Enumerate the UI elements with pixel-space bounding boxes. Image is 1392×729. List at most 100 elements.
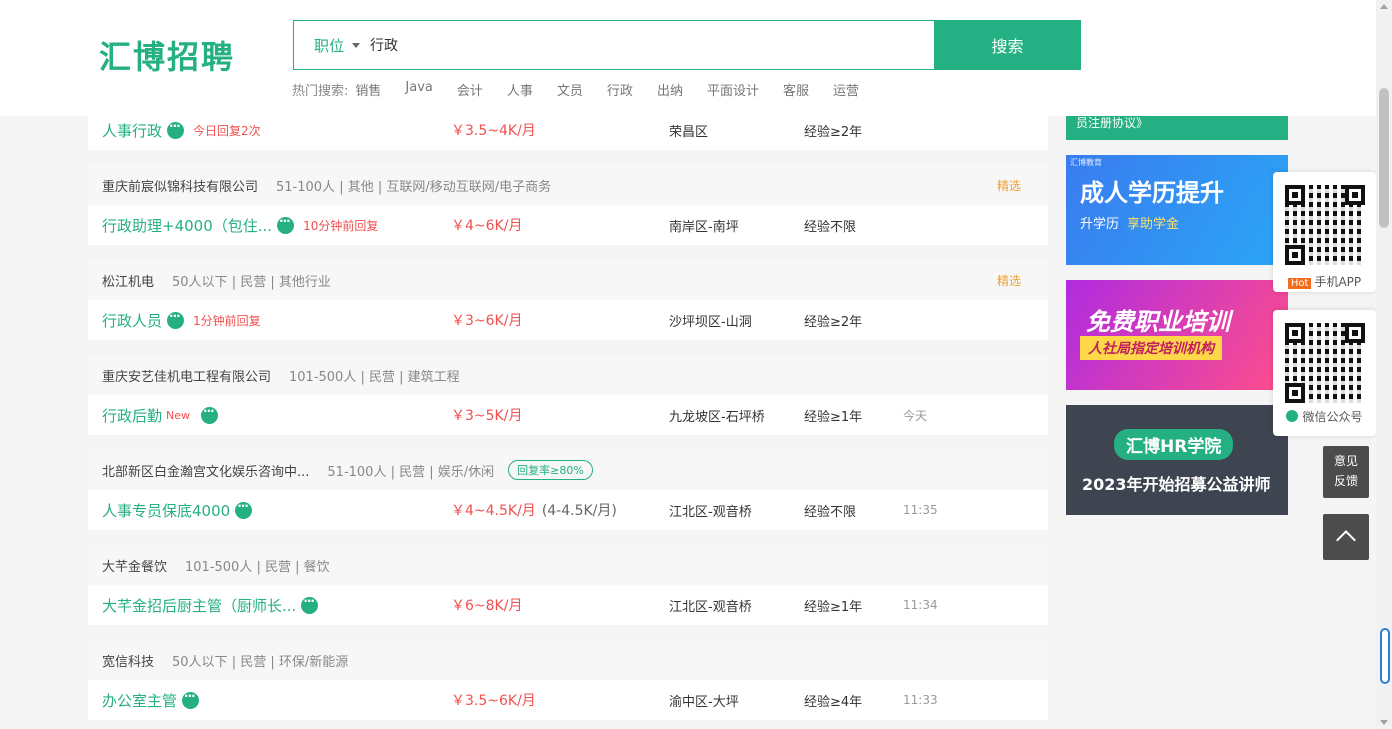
feedback-line1: 意见	[1333, 454, 1358, 468]
job-list: 人事行政 今日回复2次 ￥3.5~4K/月 荣昌区 经验≥2年 重庆前宸似锦科技…	[88, 110, 1048, 729]
banner-sub2: 享助学金	[1127, 217, 1180, 232]
search-input[interactable]	[366, 21, 934, 69]
chat-icon[interactable]	[277, 214, 295, 234]
qr-wechat-card[interactable]: 微信公众号	[1273, 310, 1376, 436]
search-type-label: 职位	[314, 36, 345, 55]
banner-hr-academy[interactable]: 汇博HR学院 2023年开始招募公益讲师	[1066, 405, 1288, 515]
banner-title: 免费职业培训	[1086, 308, 1230, 336]
experience: 经验≥1年	[804, 409, 863, 425]
banner-subtitle: 人社局指定培训机构	[1080, 336, 1222, 360]
job-title[interactable]: 大芊金招后厨主管（厨师长...	[102, 594, 319, 616]
scrollbar-thumb[interactable]	[1379, 88, 1389, 228]
banner-education[interactable]: 汇博教育 成人学历提升 升学历 享助学金	[1066, 155, 1288, 265]
job-card: 重庆前宸似锦科技有限公司 51-100人 | 其他 | 互联网/移动互联网/电子…	[88, 165, 1048, 245]
chat-icon[interactable]	[201, 404, 219, 424]
job-row[interactable]: 行政助理+4000（包住... 10分钟前回复 ￥4~6K/月 南岸区-南坪 经…	[88, 205, 1048, 245]
chat-icon[interactable]	[235, 499, 253, 519]
salary: ￥4~4.5K/月 (4-4.5K/月)	[451, 500, 617, 520]
update-time: 11:35	[903, 503, 938, 517]
company-meta: 51-100人 | 其他 | 互联网/移动互联网/电子商务	[276, 179, 552, 195]
banner-training[interactable]: 免费职业培训 人社局指定培训机构	[1066, 280, 1288, 390]
hot-search-link[interactable]: 客服	[783, 80, 809, 99]
job-title-text: 行政后勤	[102, 406, 163, 425]
company-name[interactable]: 重庆前宸似锦科技有限公司	[102, 176, 258, 195]
company-name[interactable]: 大芊金餐饮	[102, 556, 167, 575]
update-time: 今天	[903, 408, 928, 423]
hot-search-link[interactable]: 会计	[457, 80, 483, 99]
pick-badge: 精选	[996, 273, 1021, 288]
salary: ￥4~6K/月	[451, 218, 523, 234]
job-title-text: 行政人员	[102, 311, 163, 330]
search-type-select[interactable]: 职位	[294, 21, 366, 69]
company-name[interactable]: 重庆安艺佳机电工程有限公司	[102, 366, 271, 385]
location: 江北区-观音桥	[669, 504, 752, 520]
site-logo[interactable]: 汇博招聘	[99, 32, 235, 78]
header: 汇博招聘 职位 搜索 热门搜索: 销售 Java 会计 人事 文员 行政 出纳 …	[0, 0, 1376, 116]
company-row: 重庆前宸似锦科技有限公司 51-100人 | 其他 | 互联网/移动互联网/电子…	[88, 165, 1048, 205]
qr-wechat-label: 微信公众号	[1273, 408, 1376, 425]
chat-icon[interactable]	[167, 309, 185, 329]
update-time: 11:33	[903, 693, 938, 707]
reply-status: 10分钟前回复	[303, 218, 379, 233]
job-row[interactable]: 人事专员保底4000 ￥4~4.5K/月 (4-4.5K/月) 江北区-观音桥 经…	[88, 490, 1048, 530]
experience: 经验≥2年	[804, 124, 863, 140]
job-row[interactable]: 大芊金招后厨主管（厨师长... ￥6~8K/月 江北区-观音桥 经验≥1年 11…	[88, 585, 1048, 625]
job-card: 宽信科技 50人以下 | 民营 | 环保/新能源 办公室主管 ￥3.5~6K/月…	[88, 640, 1048, 720]
chat-icon[interactable]	[301, 594, 319, 614]
new-badge: New	[166, 408, 191, 422]
job-title[interactable]: 办公室主管	[102, 689, 200, 711]
hot-search-link[interactable]: Java	[405, 80, 432, 99]
chat-icon[interactable]	[182, 689, 200, 709]
company-row: 松江机电 50人以下 | 民营 | 其他行业 精选	[88, 260, 1048, 300]
job-row[interactable]: 行政人员 1分钟前回复 ￥3~6K/月 沙坪坝区-山洞 经验≥2年	[88, 300, 1048, 340]
scroll-down-arrow-icon[interactable]	[1380, 720, 1388, 725]
company-row: 重庆安艺佳机电工程有限公司 101-500人 | 民营 | 建筑工程	[88, 355, 1048, 395]
qr-code-icon	[1285, 323, 1365, 403]
job-title[interactable]: 行政助理+4000（包住... 10分钟前回复	[102, 214, 379, 236]
salary: ￥3~6K/月	[451, 313, 523, 329]
search-box: 职位 搜索	[293, 20, 1081, 70]
hot-search-link[interactable]: 销售	[355, 80, 381, 99]
hot-search-label: 热门搜索:	[292, 84, 349, 99]
chevron-down-icon	[352, 42, 361, 48]
salary: ￥3.5~6K/月	[451, 693, 536, 709]
company-row: 宽信科技 50人以下 | 民营 | 环保/新能源	[88, 640, 1048, 680]
hot-search-link[interactable]: 行政	[607, 80, 633, 99]
hot-search-link[interactable]: 运营	[833, 80, 859, 99]
hot-search-link[interactable]: 出纳	[657, 80, 683, 99]
job-title[interactable]: 行政后勤 New	[102, 404, 219, 426]
experience: 经验≥1年	[804, 599, 863, 615]
reply-status: 今日回复2次	[193, 123, 261, 138]
search-button[interactable]: 搜索	[934, 20, 1081, 70]
qr-app-card[interactable]: Hot 手机APP	[1273, 172, 1376, 292]
job-row[interactable]: 人事行政 今日回复2次 ￥3.5~4K/月 荣昌区 经验≥2年	[88, 110, 1048, 150]
company-name[interactable]: 松江机电	[102, 271, 154, 290]
job-title[interactable]: 行政人员 1分钟前回复	[102, 309, 261, 331]
company-name[interactable]: 北部新区白金瀚宫文化娱乐咨询中...	[102, 461, 309, 480]
job-title-text: 大芊金招后厨主管（厨师长...	[102, 596, 297, 615]
chat-icon[interactable]	[167, 119, 185, 139]
salary: ￥6~8K/月	[451, 598, 523, 614]
hot-search-link[interactable]: 文员	[557, 80, 583, 99]
company-meta: 50人以下 | 民营 | 其他行业	[172, 274, 331, 290]
job-title[interactable]: 人事行政 今日回复2次	[102, 119, 261, 141]
banner-title: 汇博HR学院	[1114, 429, 1234, 460]
location: 渝中区-大坪	[669, 694, 739, 710]
scroll-up-arrow-icon[interactable]	[1380, 4, 1388, 9]
back-to-top-button[interactable]	[1323, 514, 1369, 560]
job-row[interactable]: 办公室主管 ￥3.5~6K/月 渝中区-大坪 经验≥4年 11:33	[88, 680, 1048, 720]
job-title[interactable]: 人事专员保底4000	[102, 499, 253, 521]
update-time: 11:34	[903, 598, 938, 612]
company-name[interactable]: 宽信科技	[102, 651, 154, 670]
scrollbar[interactable]	[1376, 0, 1392, 729]
job-row[interactable]: 行政后勤 New ￥3~5K/月 九龙坡区-石坪桥 经验≥1年 今天	[88, 395, 1048, 435]
company-meta: 101-500人 | 民营 | 建筑工程	[289, 369, 460, 385]
feedback-button[interactable]: 意见 反馈	[1323, 446, 1369, 498]
hot-search-link[interactable]: 人事	[507, 80, 533, 99]
job-card: 松江机电 50人以下 | 民营 | 其他行业 精选 行政人员 1分钟前回复 ￥3…	[88, 260, 1048, 340]
pick-badge: 精选	[996, 178, 1021, 193]
hot-search-link[interactable]: 平面设计	[707, 80, 759, 99]
register-agreement-link[interactable]: 员注册协议》	[1066, 116, 1288, 140]
job-title-text: 人事行政	[102, 121, 163, 140]
qr-wechat-text: 微信公众号	[1302, 410, 1363, 424]
